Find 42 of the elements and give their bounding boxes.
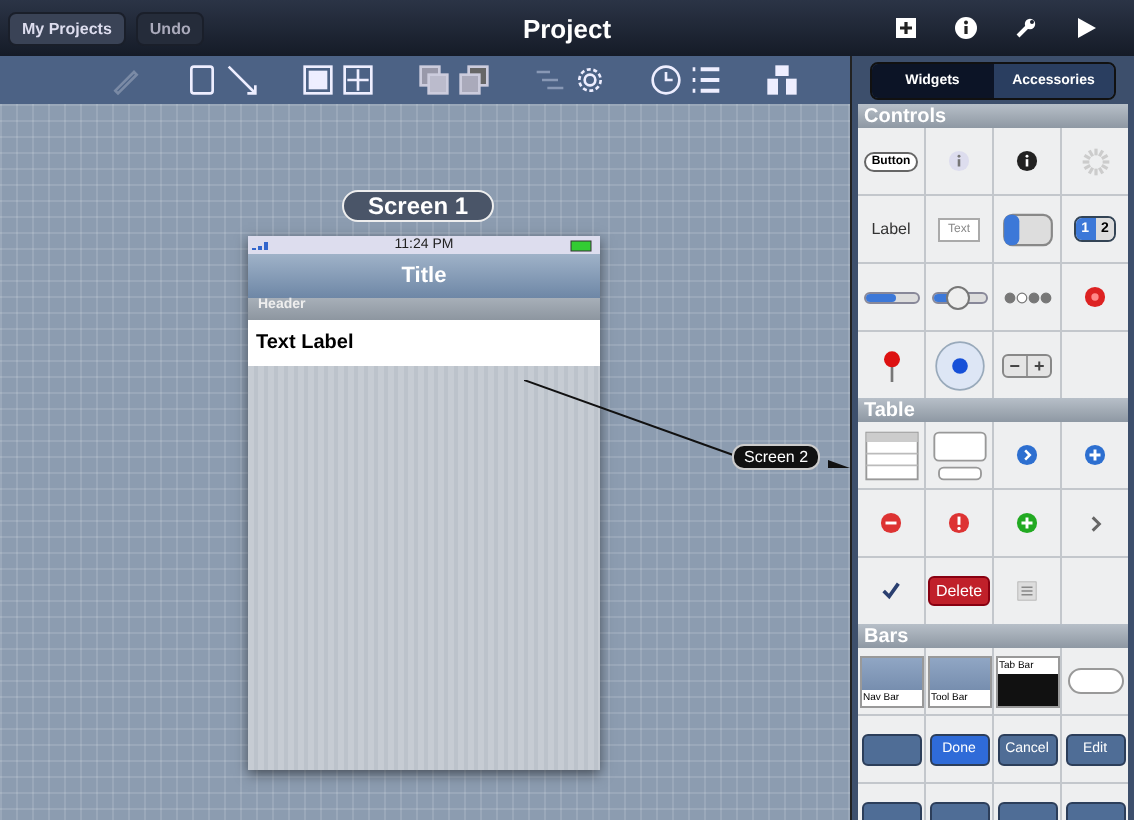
search-bar-widget[interactable]: [1067, 668, 1123, 694]
label-widget[interactable]: Label: [871, 220, 911, 238]
section-header: Controls: [858, 104, 1128, 128]
window-title: Project: [522, 13, 612, 43]
plus-icon[interactable]: [1084, 444, 1106, 466]
slider-widget[interactable]: [931, 291, 987, 303]
projects-button[interactable]: My Projects: [8, 11, 126, 45]
layers-icon[interactable]: [458, 64, 490, 96]
hierarchy-icon[interactable]: [766, 64, 798, 96]
info-icon[interactable]: [1016, 150, 1038, 172]
settings-icon[interactable]: [1014, 16, 1038, 40]
info-icon[interactable]: [954, 16, 978, 40]
expand-icon[interactable]: [342, 64, 374, 96]
add-icon[interactable]: [894, 16, 918, 40]
screen-label[interactable]: Screen 1: [342, 190, 495, 222]
tablet-icon[interactable]: [186, 64, 218, 96]
stepper-widget[interactable]: − +: [1001, 353, 1053, 377]
play-icon[interactable]: [1074, 16, 1098, 40]
checkmark-icon[interactable]: [880, 580, 902, 602]
dot-button-icon[interactable]: [1084, 286, 1106, 308]
minus-icon[interactable]: [880, 512, 902, 534]
list-icon[interactable]: [690, 64, 722, 96]
link-label[interactable]: Screen 2: [732, 444, 821, 470]
alert-icon[interactable]: [948, 512, 970, 534]
fit-frame-icon[interactable]: [302, 64, 334, 96]
undo-button[interactable]: Undo: [135, 11, 205, 45]
disclosure-icon[interactable]: [1016, 444, 1038, 466]
section-header: Bars: [858, 624, 1128, 648]
gear-icon[interactable]: [574, 64, 606, 96]
bar-button-widget[interactable]: [861, 733, 921, 765]
layers-icon[interactable]: [418, 64, 450, 96]
delete-button-widget[interactable]: Delete: [927, 576, 991, 606]
nav-title: Title: [401, 264, 447, 288]
clock-icon[interactable]: [650, 64, 682, 96]
cell-label[interactable]: Text Label: [256, 332, 354, 354]
plus-icon[interactable]: [1016, 512, 1038, 534]
signal-icon: [252, 240, 272, 250]
reorder-icon[interactable]: [1016, 580, 1038, 602]
section-header: Table: [858, 398, 1128, 422]
battery-icon: [570, 239, 594, 251]
diagonal-arrow-icon[interactable]: [226, 64, 258, 96]
progress-bar-widget[interactable]: [863, 291, 919, 303]
